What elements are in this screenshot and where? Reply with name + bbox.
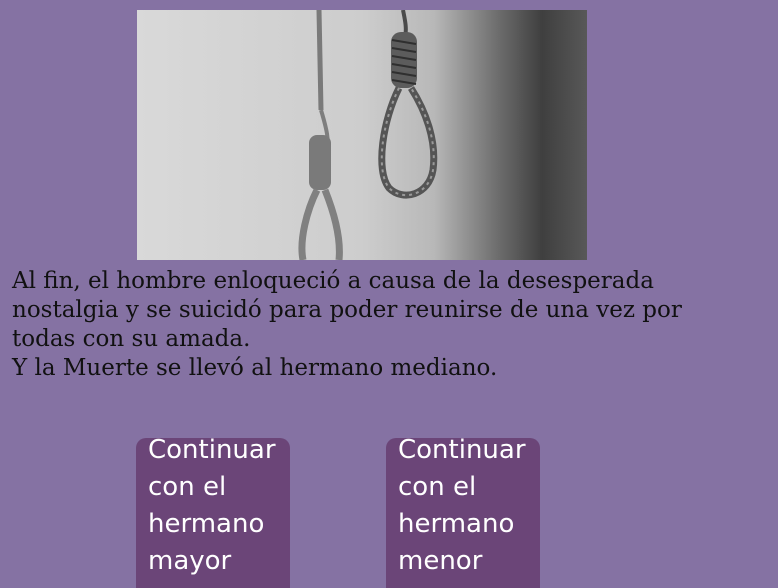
continue-younger-brother-button[interactable]: Continuar con el hermano menor bbox=[386, 435, 540, 588]
button-label: Continuar con el hermano mayor bbox=[148, 435, 276, 576]
story-text: Al fin, el hombre enloqueció a causa de … bbox=[12, 267, 752, 383]
continue-older-brother-button[interactable]: Continuar con el hermano mayor bbox=[136, 435, 290, 588]
button-label: Continuar con el hermano menor bbox=[398, 435, 526, 576]
story-paragraph: Y la Muerte se llevó al hermano mediano. bbox=[12, 355, 498, 381]
hanging-noose-icon bbox=[137, 10, 587, 260]
story-paragraph: Al fin, el hombre enloqueció a causa de … bbox=[12, 268, 682, 352]
noose-photo bbox=[137, 10, 587, 260]
